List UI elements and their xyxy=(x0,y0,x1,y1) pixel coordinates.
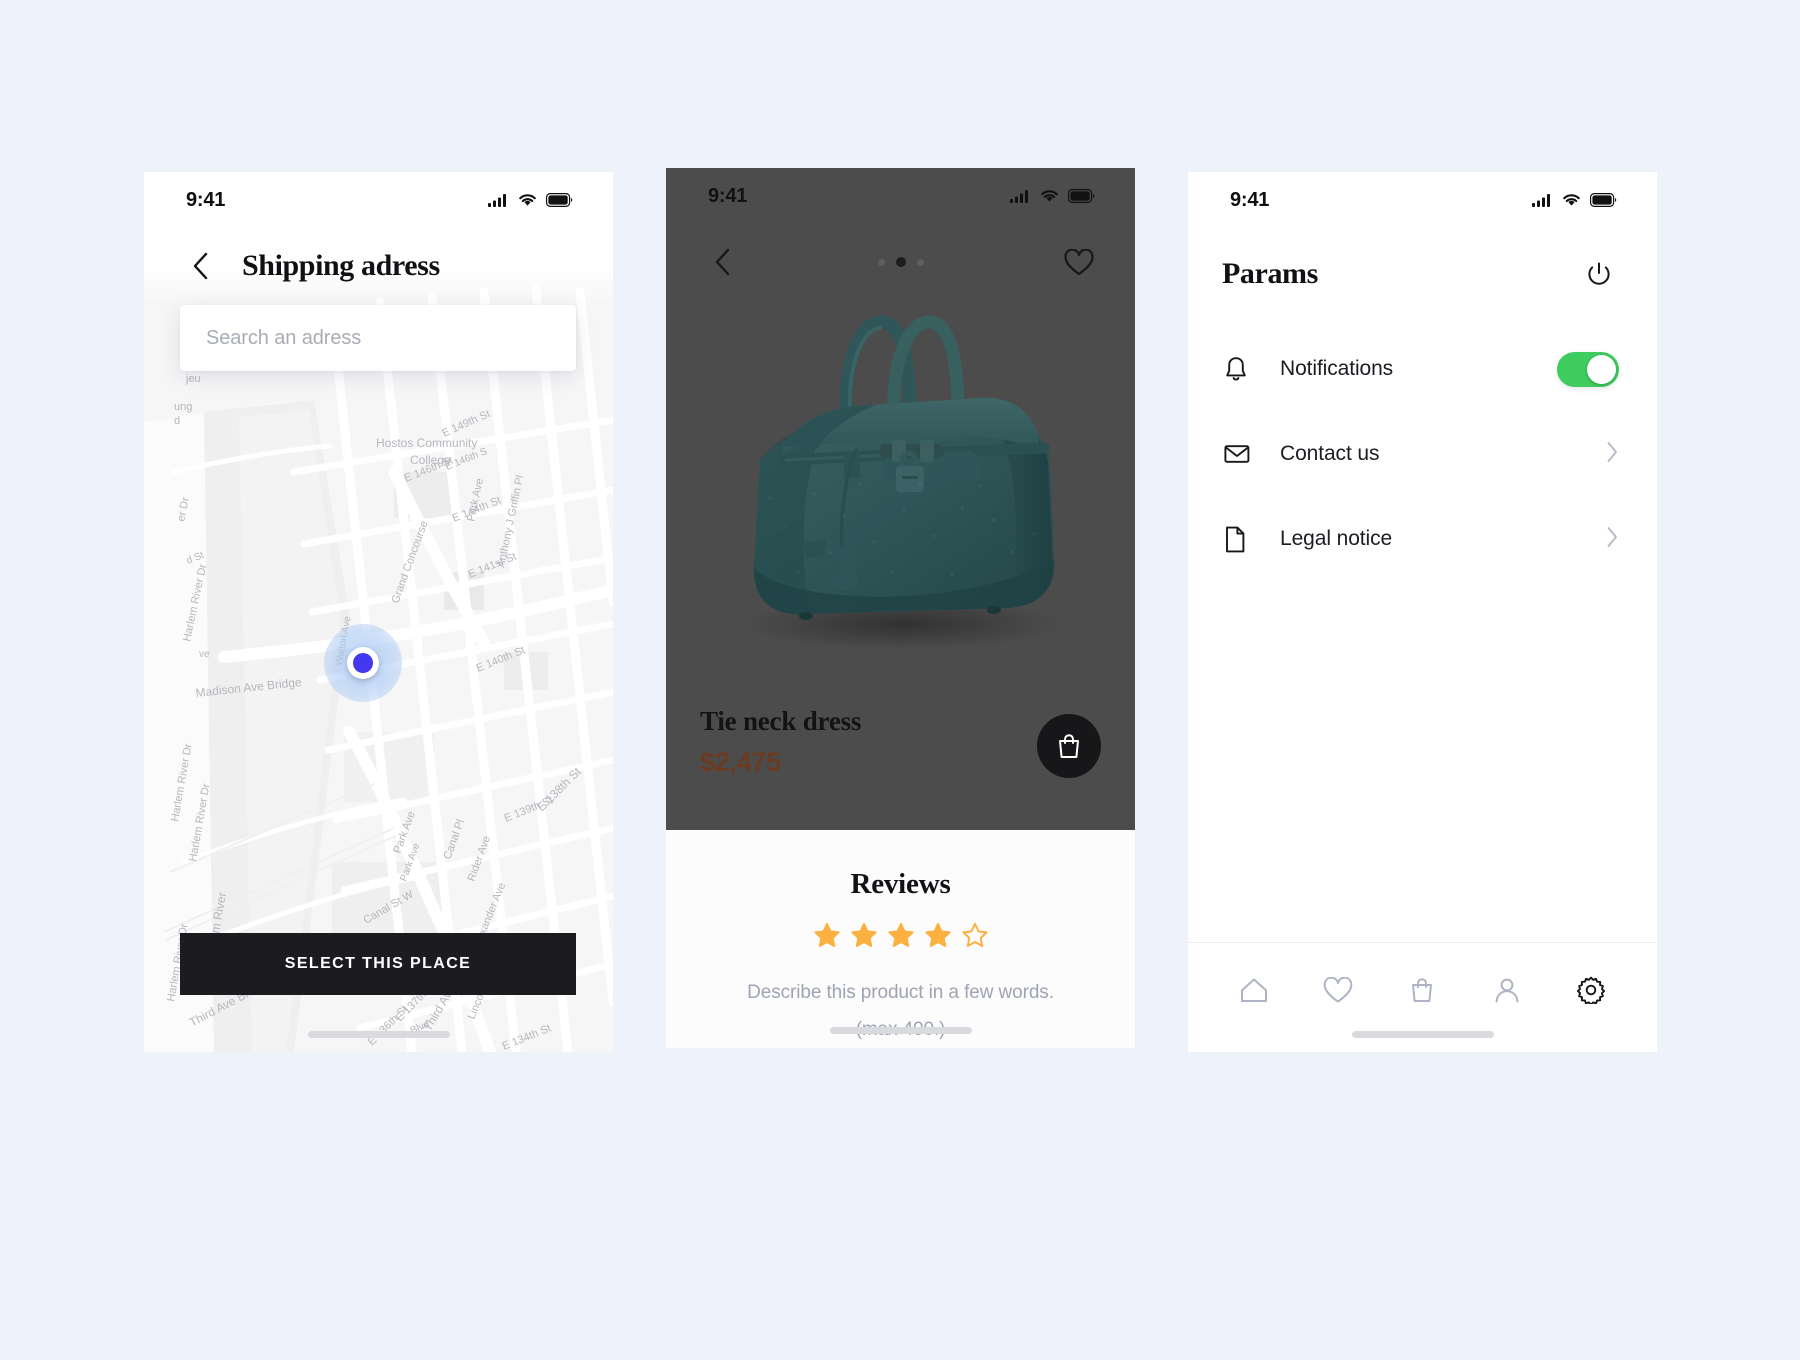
nav-bar: Shipping adress xyxy=(144,228,613,304)
tab-cart[interactable] xyxy=(1395,969,1449,1011)
status-bar: 9:41 xyxy=(666,168,1135,224)
settings-list: Notifications Contact us Legal notice xyxy=(1188,320,1657,570)
product-hero: 9:41 Tie neck dress $2,475 xyxy=(666,168,1135,830)
screenshot-canvas: Harlem River Dr Harlem River Dr Harlem R… xyxy=(0,0,1800,1360)
chevron-right-icon xyxy=(1606,526,1619,553)
review-placeholder-line1: Describe this product in a few words. xyxy=(747,982,1054,1003)
search-input-placeholder: Search an adress xyxy=(206,326,362,349)
status-bar: 9:41 xyxy=(144,172,613,228)
setting-row-legal-notice[interactable]: Legal notice xyxy=(1224,508,1619,570)
toggle-knob xyxy=(1587,354,1616,384)
current-location-marker xyxy=(324,624,402,702)
product-image-handbag xyxy=(742,315,1062,650)
setting-label: Legal notice xyxy=(1280,527,1393,550)
home-indicator xyxy=(307,1031,450,1038)
document-icon xyxy=(1224,526,1258,553)
svg-text:ve: ve xyxy=(199,649,210,660)
chevron-left-icon xyxy=(715,248,729,276)
nav-bar: Params xyxy=(1188,228,1657,320)
setting-label: Notifications xyxy=(1280,357,1394,380)
setting-row-notifications[interactable]: Notifications xyxy=(1224,338,1619,400)
shopping-bag-icon xyxy=(1412,978,1433,1002)
mail-icon xyxy=(1224,443,1258,465)
gear-icon xyxy=(1576,976,1605,1004)
shopping-bag-icon xyxy=(1059,734,1079,758)
cellular-signal-icon xyxy=(488,193,506,207)
power-icon xyxy=(1588,262,1610,285)
home-indicator xyxy=(829,1027,972,1034)
status-icons-group xyxy=(488,193,573,208)
tab-favorites[interactable] xyxy=(1311,969,1365,1011)
select-this-place-button[interactable]: SELECT THIS PLACE xyxy=(180,933,576,995)
favorite-button[interactable] xyxy=(1059,242,1099,282)
svg-text:Hostos Community: Hostos Community xyxy=(376,436,477,450)
carousel-dot-active[interactable] xyxy=(895,257,906,267)
add-to-cart-button[interactable] xyxy=(1037,714,1101,778)
screen-product-detail: 9:41 Tie neck dress $2,475 Reviews Descr… xyxy=(666,168,1135,1048)
product-name: Tie neck dress xyxy=(700,706,862,736)
battery-icon xyxy=(1590,193,1617,207)
chevron-left-icon xyxy=(193,252,207,280)
star-empty-icon[interactable] xyxy=(960,921,990,950)
carousel-dot[interactable] xyxy=(877,258,885,266)
phone1-top-overlay: 9:41 Shipping adress xyxy=(144,172,613,305)
wifi-icon xyxy=(519,194,536,206)
star-filled-icon[interactable] xyxy=(923,921,953,950)
battery-icon xyxy=(546,193,573,207)
tab-settings[interactable] xyxy=(1564,969,1618,1011)
battery-icon xyxy=(1068,189,1095,203)
reviews-title: Reviews xyxy=(850,868,951,900)
setting-row-contact-us[interactable]: Contact us xyxy=(1224,423,1619,485)
svg-text:ung: ung xyxy=(174,401,192,413)
location-dot-core xyxy=(353,653,373,673)
tab-home[interactable] xyxy=(1227,969,1281,1011)
reviews-section: Reviews Describe this product in a few w… xyxy=(666,830,1135,1048)
star-filled-icon[interactable] xyxy=(812,921,842,950)
chevron-right-icon xyxy=(1606,441,1619,468)
tab-account[interactable] xyxy=(1480,969,1534,1011)
home-icon xyxy=(1241,978,1268,1002)
product-info: Tie neck dress $2,475 xyxy=(700,706,861,778)
status-icons-group xyxy=(1532,193,1617,208)
product-price: $2,475 xyxy=(700,747,781,777)
status-bar: 9:41 xyxy=(1188,172,1657,228)
screen-shipping-address: Harlem River Dr Harlem River Dr Harlem R… xyxy=(144,172,613,1052)
bottom-tab-bar xyxy=(1188,942,1657,1052)
svg-text:d: d xyxy=(174,415,180,427)
back-button[interactable] xyxy=(180,246,220,286)
svg-text:jeu: jeu xyxy=(185,373,201,385)
screen-params: 9:41 Params Notifications Contact us Leg… xyxy=(1188,172,1657,1052)
carousel-dot[interactable] xyxy=(916,258,924,266)
status-icons-group xyxy=(1010,189,1095,204)
heart-icon xyxy=(1064,248,1094,275)
home-indicator xyxy=(1351,1031,1494,1038)
wifi-icon xyxy=(1563,194,1580,206)
page-title: Shipping adress xyxy=(242,249,440,282)
star-rating[interactable] xyxy=(666,921,1135,950)
power-button[interactable] xyxy=(1579,254,1619,294)
star-filled-icon[interactable] xyxy=(849,921,879,950)
review-placeholder[interactable]: Describe this product in a few words. (m… xyxy=(666,974,1135,1048)
notifications-toggle[interactable] xyxy=(1557,351,1619,387)
heart-icon xyxy=(1324,976,1353,1003)
person-icon xyxy=(1495,978,1519,1003)
carousel-indicator[interactable] xyxy=(877,257,924,267)
status-time: 9:41 xyxy=(1230,188,1270,211)
search-address-field[interactable]: Search an adress xyxy=(180,305,576,371)
cellular-signal-icon xyxy=(1532,193,1550,207)
page-title: Params xyxy=(1222,257,1318,290)
status-time: 9:41 xyxy=(708,184,748,207)
bell-icon xyxy=(1224,355,1258,383)
back-button[interactable] xyxy=(702,242,742,282)
wifi-icon xyxy=(1041,190,1058,202)
star-filled-icon[interactable] xyxy=(886,921,916,950)
cellular-signal-icon xyxy=(1010,189,1028,203)
setting-label: Contact us xyxy=(1280,442,1380,465)
status-time: 9:41 xyxy=(186,188,226,211)
nav-bar xyxy=(666,224,1135,300)
